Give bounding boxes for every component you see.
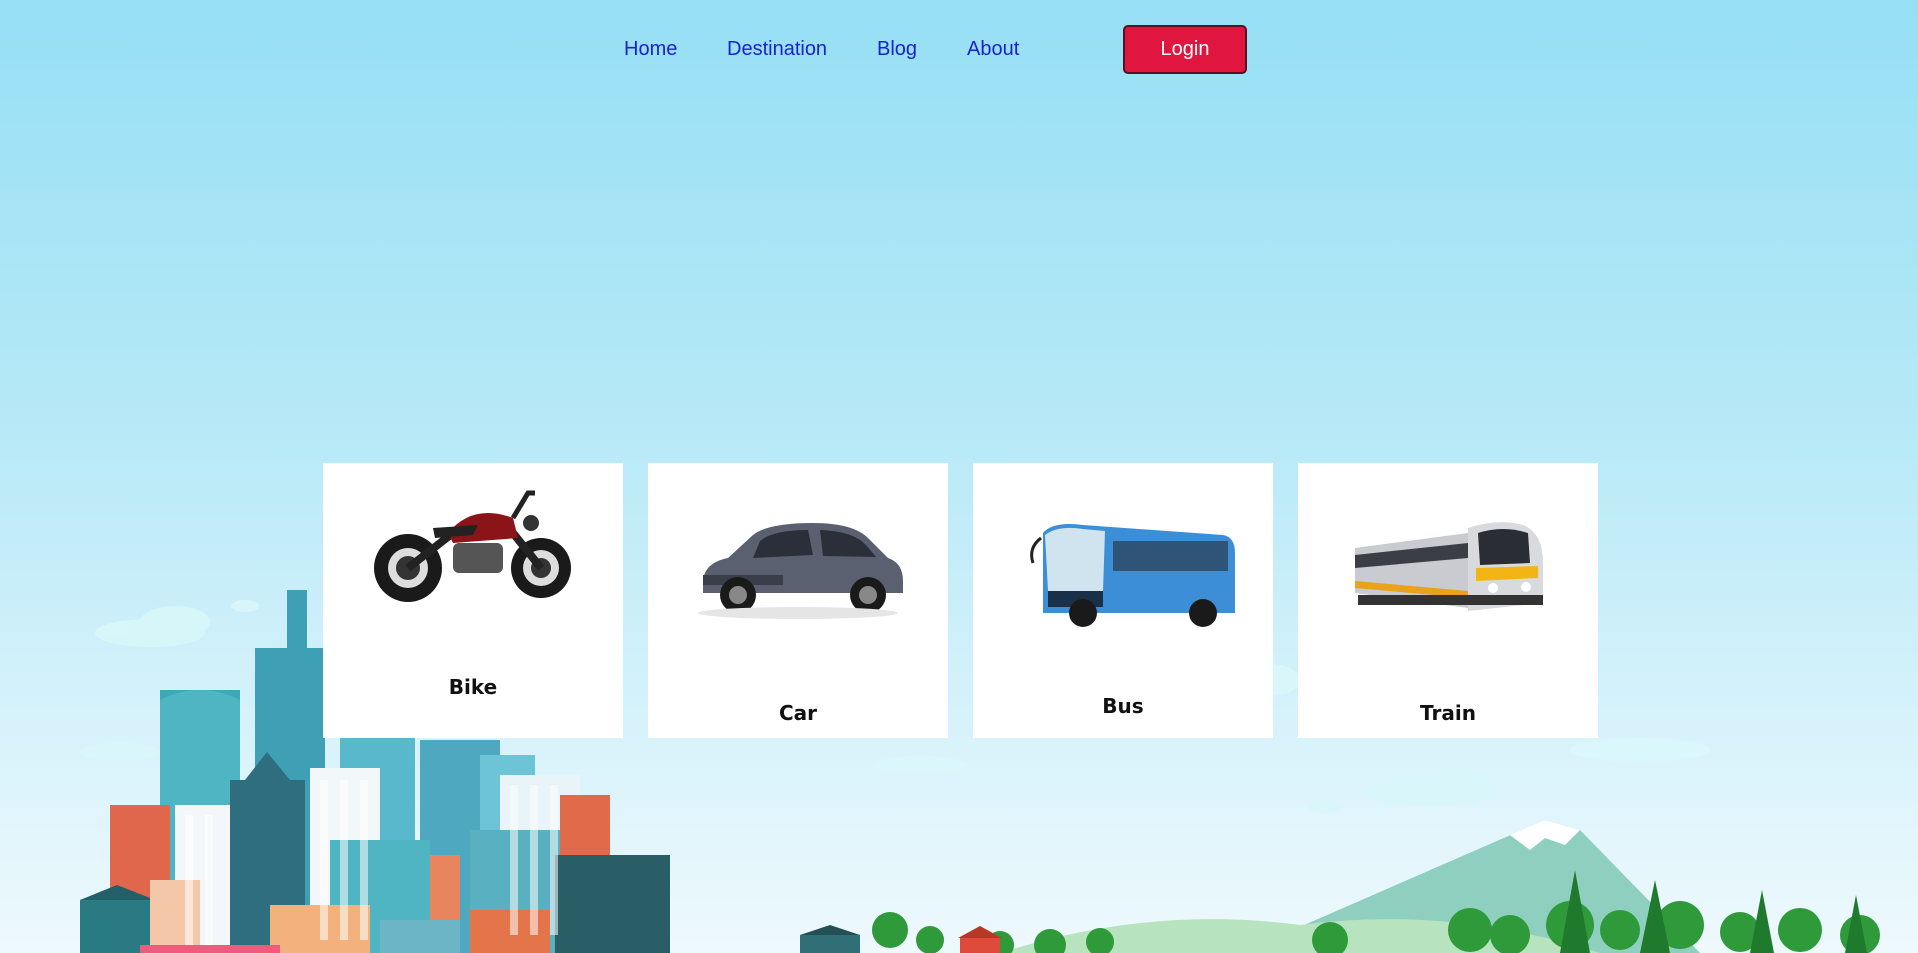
bus-image [1030, 524, 1235, 627]
transport-card-car[interactable]: Car [648, 463, 948, 738]
city-landscape-illustration [80, 590, 1880, 953]
card-label-bus: Bus [1102, 694, 1144, 718]
train-image [1355, 522, 1543, 611]
nav-destination-link[interactable]: Destination [727, 38, 827, 61]
nav-home-link[interactable]: Home [624, 38, 677, 61]
motorcycle-image [374, 490, 571, 602]
transport-card-train[interactable]: Train [1298, 463, 1598, 738]
transport-card-bike[interactable]: Bike [323, 463, 623, 738]
transport-card-bus[interactable]: Bus [973, 463, 1273, 738]
card-label-car: Car [778, 701, 818, 725]
login-button[interactable]: Login [1123, 25, 1247, 74]
car-image [698, 523, 903, 619]
card-label-train: Train [1420, 701, 1476, 725]
top-navigation: Home Destination Blog About Login [0, 0, 1918, 100]
nav-about-link[interactable]: About [967, 38, 1019, 61]
nav-blog-link[interactable]: Blog [877, 38, 917, 61]
card-label-bike: Bike [448, 675, 498, 699]
